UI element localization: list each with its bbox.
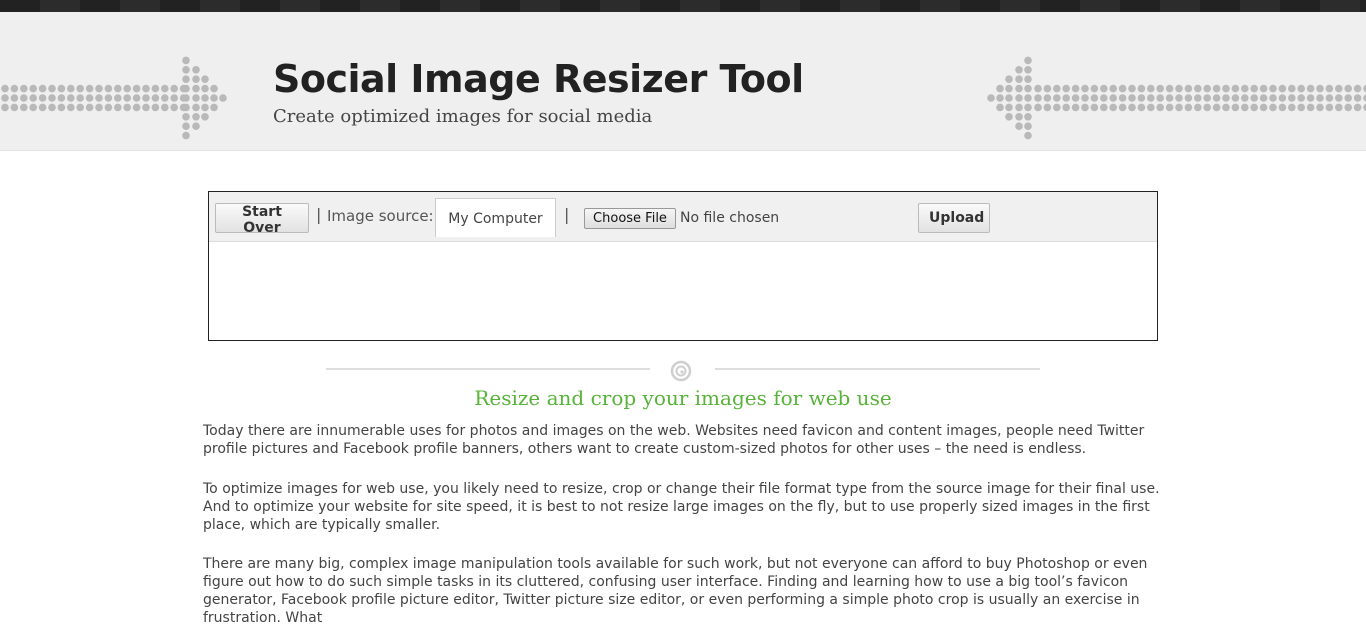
tool-toolbar: Start Over | Image source: My Computer |… [209,192,1157,242]
dot-arrow-left-decoration [1,56,227,140]
divider-right [715,368,1040,370]
image-resizer-tool: Start Over | Image source: My Computer |… [208,191,1158,341]
image-source-label: Image source: [327,207,434,225]
choose-file-button[interactable]: Choose File [584,208,676,229]
toolbar-separator: | [316,205,322,224]
site-header: Social Image Resizer Tool Create optimiz… [0,12,1366,151]
top-bar [0,0,1366,12]
upload-button[interactable]: Upload [918,203,990,233]
image-preview-area [209,242,1157,340]
intro-paragraph: There are many big, complex image manipu… [203,556,1148,626]
site-title[interactable]: Social Image Resizer Tool [273,56,804,102]
site-tagline: Create optimized images for social media [273,106,653,127]
intro-paragraph: Today there are innumerable uses for pho… [203,423,1145,457]
swirl-ornament-icon [670,360,692,382]
start-over-button[interactable]: Start Over [215,203,309,236]
toolbar-separator: | [564,205,570,224]
tab-my-computer[interactable]: My Computer [435,198,556,237]
file-status: No file chosen [680,210,780,226]
section-title: Resize and crop your images for web use [474,386,892,410]
divider-left [326,368,650,370]
dot-arrow-right-decoration [987,56,1366,140]
intro-paragraph: To optimize images for web use, you like… [203,481,1160,533]
